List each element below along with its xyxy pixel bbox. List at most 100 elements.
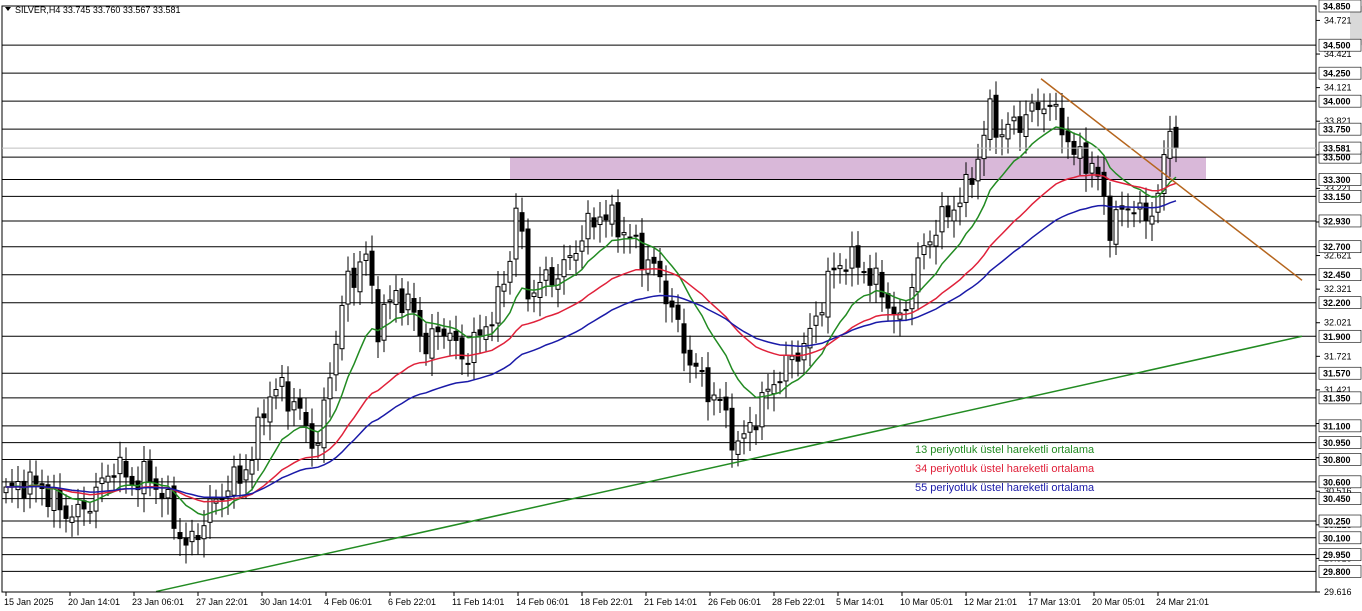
candle-body [129, 475, 135, 486]
candle-body [957, 202, 963, 208]
level-badge-label: 30.950 [1323, 438, 1351, 448]
candle-body [405, 293, 411, 311]
candle-body [987, 98, 993, 140]
candle-body [177, 532, 183, 540]
candle-body [465, 362, 471, 365]
x-tick-label: 26 Feb 06:01 [708, 597, 761, 607]
candle-body [819, 312, 825, 316]
candle-body [63, 505, 69, 519]
x-tick-label: 11 Feb 14:01 [452, 597, 504, 607]
candle-body [945, 205, 951, 218]
candle-body [81, 500, 87, 510]
candle-body [387, 299, 393, 303]
candle-body [357, 261, 363, 293]
candle-body [645, 259, 651, 274]
candle-body [753, 426, 759, 431]
candle-body [429, 328, 435, 359]
candle-body [771, 384, 777, 395]
candle-body [1131, 212, 1137, 215]
candle-body [1137, 202, 1143, 210]
candle-body [543, 269, 549, 281]
candle-body [1029, 102, 1035, 112]
candle-body [1059, 107, 1065, 136]
candle-body [729, 407, 735, 451]
candle-body [3, 486, 9, 494]
candle-body [597, 216, 603, 226]
candle-body [243, 469, 249, 481]
candle-body [951, 209, 957, 222]
candle-body [927, 241, 933, 246]
candle-body [867, 268, 873, 286]
candle-body [1173, 126, 1179, 149]
candle-body [855, 245, 861, 268]
x-tick-label: 23 Jan 06:01 [132, 597, 184, 607]
candle-body [375, 289, 381, 343]
candle-body [447, 332, 453, 341]
candle-body [933, 234, 939, 247]
candle-body [921, 245, 927, 256]
price-chart[interactable]: 34.72134.42134.12133.82133.52133.22132.9… [0, 0, 1362, 611]
candle-body [831, 267, 837, 271]
candle-body [981, 134, 987, 160]
x-tick-label: 28 Feb 22:01 [772, 597, 825, 607]
candle-body [1083, 142, 1089, 174]
candle-body [939, 206, 945, 233]
x-tick-label: 27 Jan 22:01 [196, 597, 248, 607]
candle-body [111, 475, 117, 478]
candle-body [123, 460, 129, 478]
candle-body [345, 270, 351, 305]
candle-body [813, 315, 819, 326]
level-badge-label: 30.100 [1323, 533, 1351, 543]
candle-body [267, 396, 273, 423]
candle-body [399, 288, 405, 314]
x-tick-label: 18 Feb 22:01 [580, 597, 633, 607]
candle-body [1143, 202, 1149, 221]
candle-body [915, 257, 921, 293]
y-tick-label: 34.121 [1324, 83, 1352, 93]
level-badge-label: 32.930 [1323, 216, 1351, 226]
level-badge-label: 31.900 [1323, 332, 1351, 342]
y-tick-label: 32.021 [1324, 318, 1352, 328]
candle-body [519, 212, 525, 232]
level-badge-label: 34.850 [1323, 2, 1351, 12]
candle-body [711, 394, 717, 401]
candle-body [309, 423, 315, 449]
candle-body [315, 442, 321, 446]
candle-body [861, 271, 867, 274]
legend-entry: 55 periyotluk üstel hareketli ortalama [915, 482, 1095, 494]
candle-body [747, 422, 753, 433]
candle-body [879, 271, 885, 298]
candle-body [201, 525, 207, 540]
candle-body [207, 498, 213, 523]
chart-title-text: SILVER,H4 33.745 33.760 33.567 33.581 [15, 5, 180, 15]
candle-body [165, 488, 171, 499]
candle-body [903, 309, 909, 312]
candle-body [1047, 104, 1053, 107]
candle-body [699, 369, 705, 372]
candle-body [141, 460, 147, 495]
candle-body [1053, 103, 1059, 107]
candle-body [303, 412, 309, 426]
candle-body [453, 330, 459, 341]
level-badge-label: 29.950 [1323, 550, 1351, 560]
level-badge-label: 34.250 [1323, 69, 1351, 79]
candle-body [999, 134, 1005, 138]
candle-body [675, 304, 681, 320]
candle-body [591, 217, 597, 228]
candle-body [99, 477, 105, 485]
level-badge-label: 34.000 [1323, 97, 1351, 107]
candle-body [849, 246, 855, 269]
candle-body [495, 286, 501, 324]
candle-body [843, 269, 849, 272]
candle-body [549, 267, 555, 286]
candle-body [681, 323, 687, 354]
candle-body [183, 537, 189, 546]
level-badge-label: 32.700 [1323, 242, 1351, 252]
candle-body [963, 173, 969, 203]
candle-body [765, 388, 771, 392]
candle-body [249, 459, 255, 475]
candle-body [1065, 130, 1071, 143]
candle-body [891, 306, 897, 316]
level-badge-label: 31.350 [1323, 393, 1351, 403]
candle-body [321, 399, 327, 449]
